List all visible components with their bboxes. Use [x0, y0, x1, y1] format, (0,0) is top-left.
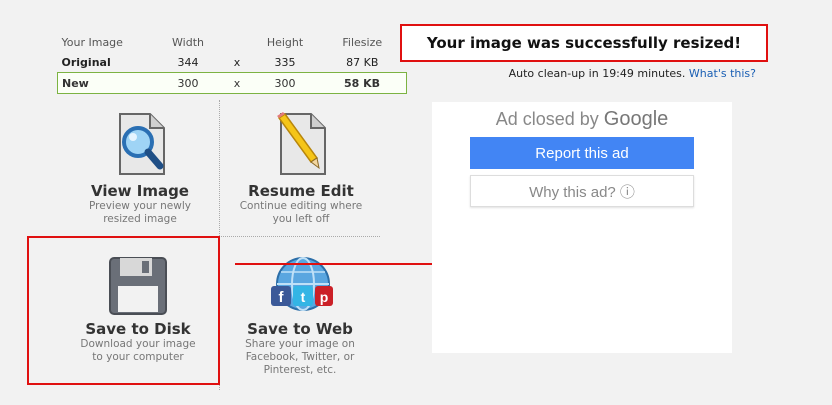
table-header-row: Your Image Width Height Filesize — [58, 32, 407, 52]
row-label: Original — [61, 55, 111, 69]
image-info-table: Your Image Width Height Filesize Origina… — [57, 32, 407, 94]
save-to-web-tile[interactable]: f t p Save to Web Share your image on Fa… — [210, 256, 390, 377]
tile-subtitle-1: Share your image on — [245, 338, 355, 350]
tile-subtitle-2: you left off — [272, 213, 330, 225]
facebook-icon: f — [271, 286, 291, 306]
report-ad-button[interactable]: Report this ad — [470, 137, 694, 169]
row-x: x — [233, 55, 241, 69]
svg-text:t: t — [301, 289, 306, 305]
resume-edit-tile[interactable]: Resume Edit Continue editing where you l… — [211, 112, 391, 226]
ad-closed-text: Ad closed by — [495, 109, 599, 129]
table-row-new: New 300 x 300 58 KB — [57, 72, 407, 94]
tile-subtitle-1: Preview your newly — [89, 200, 191, 212]
ad-panel: Ad closed by Google Report this ad Why t… — [432, 102, 732, 353]
header-filesize: Filesize — [342, 35, 383, 49]
row-height: 300 — [252, 72, 318, 94]
tile-title: Resume Edit — [248, 182, 354, 200]
cleanup-notice: Auto clean-up in 19:49 minutes. What's t… — [440, 67, 756, 80]
view-image-tile[interactable]: View Image Preview your newly resized im… — [50, 112, 230, 226]
pencil-document-icon — [277, 112, 326, 175]
header-spacer — [222, 32, 252, 52]
tile-title: Save to Web — [247, 320, 353, 338]
row-size: 58 KB — [318, 72, 407, 94]
tile-subtitle-1: Continue editing where — [239, 200, 363, 212]
success-banner: Your image was successfully resized! — [400, 24, 768, 62]
cleanup-text: Auto clean-up in 19:49 minutes. — [508, 67, 686, 80]
row-x: x — [222, 72, 252, 94]
row-width: 344 — [177, 55, 199, 69]
ad-closed-heading: Ad closed by Google — [432, 108, 732, 131]
success-message: Your image was successfully resized! — [426, 34, 742, 52]
tile-subtitle-3: Pinterest, etc. — [263, 364, 337, 376]
whats-this-link[interactable]: What's this? — [689, 67, 756, 80]
table-row-original: Original 344 x 335 87 KB — [58, 52, 407, 73]
tile-subtitle-2: Facebook, Twitter, or — [245, 351, 355, 363]
why-this-ad-button[interactable]: Why this ad? ⓘ — [470, 175, 694, 207]
tile-subtitle-2: resized image — [103, 213, 177, 225]
magnifier-document-icon — [119, 113, 165, 175]
header-your-image: Your Image — [61, 35, 123, 49]
header-height: Height — [266, 35, 304, 49]
row-width: 300 — [154, 72, 222, 94]
google-brand: Google — [603, 108, 669, 130]
row-height: 335 — [274, 55, 296, 69]
row-label: New — [57, 72, 154, 94]
twitter-icon: t — [293, 286, 313, 306]
svg-text:p: p — [320, 289, 329, 305]
pinterest-icon: p — [315, 286, 333, 306]
highlight-box — [27, 236, 220, 385]
header-width: Width — [172, 35, 204, 49]
row-size: 87 KB — [346, 55, 379, 69]
tile-title: View Image — [91, 182, 189, 200]
